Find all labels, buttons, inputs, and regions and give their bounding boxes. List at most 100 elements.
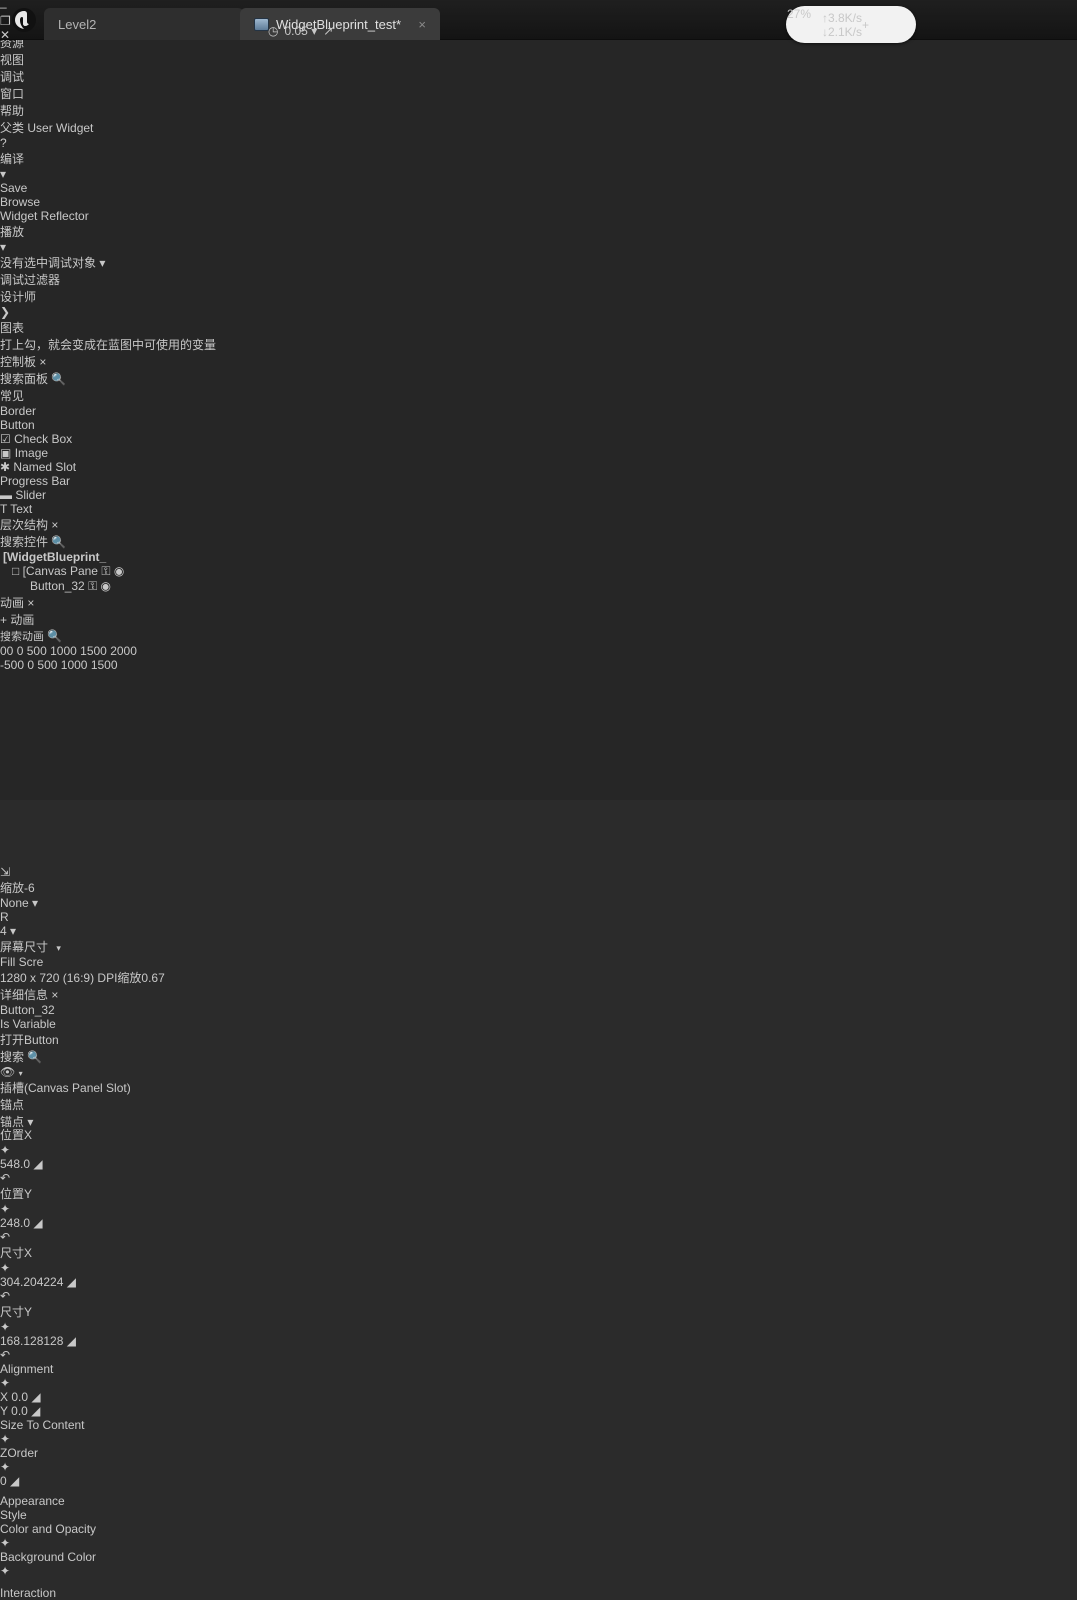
property-label: 位置Y (0, 1187, 33, 1201)
grid-size-field[interactable]: 4 ▾ (0, 924, 1077, 938)
tab-hierarchy[interactable]: 层次结构 × (0, 516, 1077, 533)
add-animation-button[interactable]: + 动画 (0, 611, 1077, 628)
spinner-icon[interactable]: ◢ (10, 1474, 19, 1488)
close-icon[interactable]: × (27, 596, 34, 610)
section-canvas-panel-slot[interactable]: 插槽(Canvas Panel Slot) (0, 1079, 1077, 1096)
palette-item-named-slot[interactable]: ✱ Named Slot (0, 460, 1077, 474)
add-button-icon[interactable]: + (862, 18, 869, 32)
debug-object-select[interactable]: 没有选中调试对象 ▾ (0, 254, 1077, 271)
size-x-input[interactable]: 304.204224 ◢ (0, 1275, 106, 1289)
palette-item-border[interactable]: Border (0, 404, 1077, 418)
search-icon: 🔍 (47, 629, 63, 643)
spinner-icon[interactable]: ◢ (31, 1404, 40, 1418)
palette-item-checkbox[interactable]: ☑ Check Box (0, 432, 1077, 446)
close-icon[interactable]: × (39, 355, 46, 369)
widget-reflector-button[interactable]: Widget Reflector (0, 209, 98, 223)
none-dropdown-button[interactable]: None ▾ (0, 896, 50, 910)
tree-node-widgetblueprint[interactable]: [WidgetBlueprint_ (0, 550, 1077, 564)
alignment-y-input[interactable]: Y 0.0 ◢ (0, 1404, 118, 1418)
section-appearance[interactable]: Appearance (0, 1494, 1077, 1508)
eye-icon: 👁 (0, 1065, 16, 1079)
snap-interval-dropdown[interactable]: 0.05 ▾ (284, 24, 317, 38)
lock-icon[interactable]: ⚿ (101, 564, 110, 578)
tree-node-label: [WidgetBlueprint_ (3, 550, 107, 564)
spinner-icon[interactable]: ◢ (31, 1390, 40, 1404)
revert-icon[interactable]: ↶ (0, 1171, 10, 1185)
selected-button-widget[interactable] (0, 829, 57, 865)
lock-icon[interactable]: ⚿ (88, 579, 97, 593)
eye-icon[interactable]: ◉ (101, 579, 111, 593)
property-label: Background Color (0, 1550, 97, 1564)
widget-canvas[interactable]: ⇲ (0, 672, 1077, 879)
position-y-value: 248.0 (0, 1216, 31, 1230)
tab-palette[interactable]: 控制板 × (0, 353, 1077, 370)
save-button[interactable]: Save (0, 181, 46, 195)
menu-debug[interactable]: 调试 (0, 68, 1077, 85)
menu-view[interactable]: 视图 (0, 51, 1077, 68)
revert-icon[interactable]: ↶ (0, 1230, 10, 1244)
eye-icon[interactable]: ◉ (114, 564, 124, 578)
mode-graph-button[interactable]: 图表 (0, 319, 1077, 336)
designer-viewport[interactable]: 00 0 500 1000 1500 2000 -500 0 500 1000 … (0, 644, 1077, 986)
alignment-x-input[interactable]: X 0.0 ◢ (0, 1390, 118, 1404)
add-animation-label: 动画 (10, 613, 35, 627)
play-dropdown-caret-icon[interactable]: ▾ (0, 240, 1077, 254)
spinner-icon[interactable]: ◢ (33, 1216, 42, 1230)
spinner-icon[interactable]: ◢ (67, 1334, 76, 1348)
property-row-position-y: 位置Y ✦ 248.0 ◢ ↶ (0, 1185, 1077, 1244)
palette-item-button[interactable]: Button (0, 418, 1077, 432)
palette-category-common[interactable]: 常见 (0, 387, 1077, 404)
revert-icon[interactable]: ↶ (0, 1289, 10, 1303)
menu-window[interactable]: 窗口 (0, 85, 1077, 102)
size-y-input[interactable]: 168.128128 ◢ (0, 1334, 106, 1348)
snap-interval-value: 0.05 (284, 24, 308, 38)
compile-button[interactable]: ? 编译 (0, 136, 62, 167)
property-row-alignment: Alignment ✦ X 0.0 ◢ Y 0.0 ◢ (0, 1362, 1077, 1418)
compile-dropdown-caret-icon[interactable]: ▾ (0, 167, 1077, 181)
spinner-icon[interactable]: ◢ (67, 1275, 76, 1289)
viewport-screensize-group: 屏幕尺寸 ▾ (0, 938, 1077, 955)
palette-search-input[interactable]: 搜索面板 🔍 (0, 370, 1077, 387)
rtl-toggle[interactable]: R (0, 910, 1077, 924)
clock-icon[interactable]: ◷ (268, 24, 278, 38)
tab-details[interactable]: 详细信息 × (0, 986, 1077, 1003)
details-search-input[interactable]: 搜索 🔍 (0, 1048, 1077, 1065)
hierarchy-search-input[interactable]: 搜索控件 🔍 (0, 533, 1077, 550)
zorder-input[interactable]: 0 ◢ (0, 1474, 106, 1488)
is-variable-group[interactable]: Is Variable (0, 1017, 1077, 1031)
position-x-input[interactable]: 548.0 ◢ (0, 1157, 106, 1171)
revert-icon[interactable]: ↶ (0, 1348, 10, 1362)
tab-level2[interactable]: Level2 (44, 8, 244, 40)
close-icon[interactable]: × (51, 988, 58, 1002)
details-properties: 插槽(Canvas Panel Slot) 锚点 锚点 ▾ 位置X ✦ 548.… (0, 1079, 1077, 1600)
mode-designer-button[interactable]: 设计师 (0, 288, 1077, 305)
parent-class-value[interactable]: User Widget (27, 121, 93, 135)
performance-widget[interactable]: 27% ↑3.8K/s ↓2.1K/s + (786, 6, 916, 43)
close-icon[interactable]: × (51, 518, 58, 532)
spinner-icon[interactable]: ◢ (33, 1157, 42, 1171)
open-button-link[interactable]: 打开Button (0, 1033, 59, 1047)
visibility-filter-button[interactable]: 👁 ▾ (0, 1065, 1077, 1079)
play-button[interactable]: 播放 (0, 223, 54, 240)
browse-button[interactable]: Browse (0, 195, 52, 209)
fill-screen-dropdown[interactable]: Fill Scre (0, 955, 1077, 969)
curve-editor-icon[interactable]: ↗ (323, 24, 333, 38)
tab-animations[interactable]: 动画 × (0, 594, 1077, 611)
palette-item-image[interactable]: ▣ Image (0, 446, 1077, 460)
animations-search-input[interactable]: 搜索动画 🔍 (0, 628, 1077, 644)
animations-search-placeholder: 搜索动画 (0, 631, 44, 643)
widget-name-input[interactable]: Button_32 (0, 1003, 1077, 1017)
property-row-style: Style (0, 1508, 1077, 1522)
palette-item-progress-bar[interactable]: Progress Bar (0, 474, 1077, 488)
tree-node-canvas-panel[interactable]: □ [Canvas Pane ⚿ ◉ (0, 564, 1077, 579)
palette-item-text[interactable]: T Text (0, 502, 1077, 516)
palette-item-slider[interactable]: ▬ Slider (0, 488, 1077, 502)
position-y-input[interactable]: 248.0 ◢ (0, 1216, 106, 1230)
close-icon[interactable]: × (412, 17, 426, 32)
screen-size-dropdown[interactable]: 屏幕尺寸 ▾ (0, 938, 1077, 955)
tree-node-button32[interactable]: Button_32 ⚿ ◉ (0, 579, 1077, 594)
menu-help[interactable]: 帮助 (0, 102, 1077, 119)
chevron-down-icon: ▾ (99, 256, 106, 270)
section-interaction[interactable]: Interaction (0, 1586, 1077, 1600)
timeline-snap-group: ◷ 0.05 ▾ ↗ (268, 24, 333, 38)
